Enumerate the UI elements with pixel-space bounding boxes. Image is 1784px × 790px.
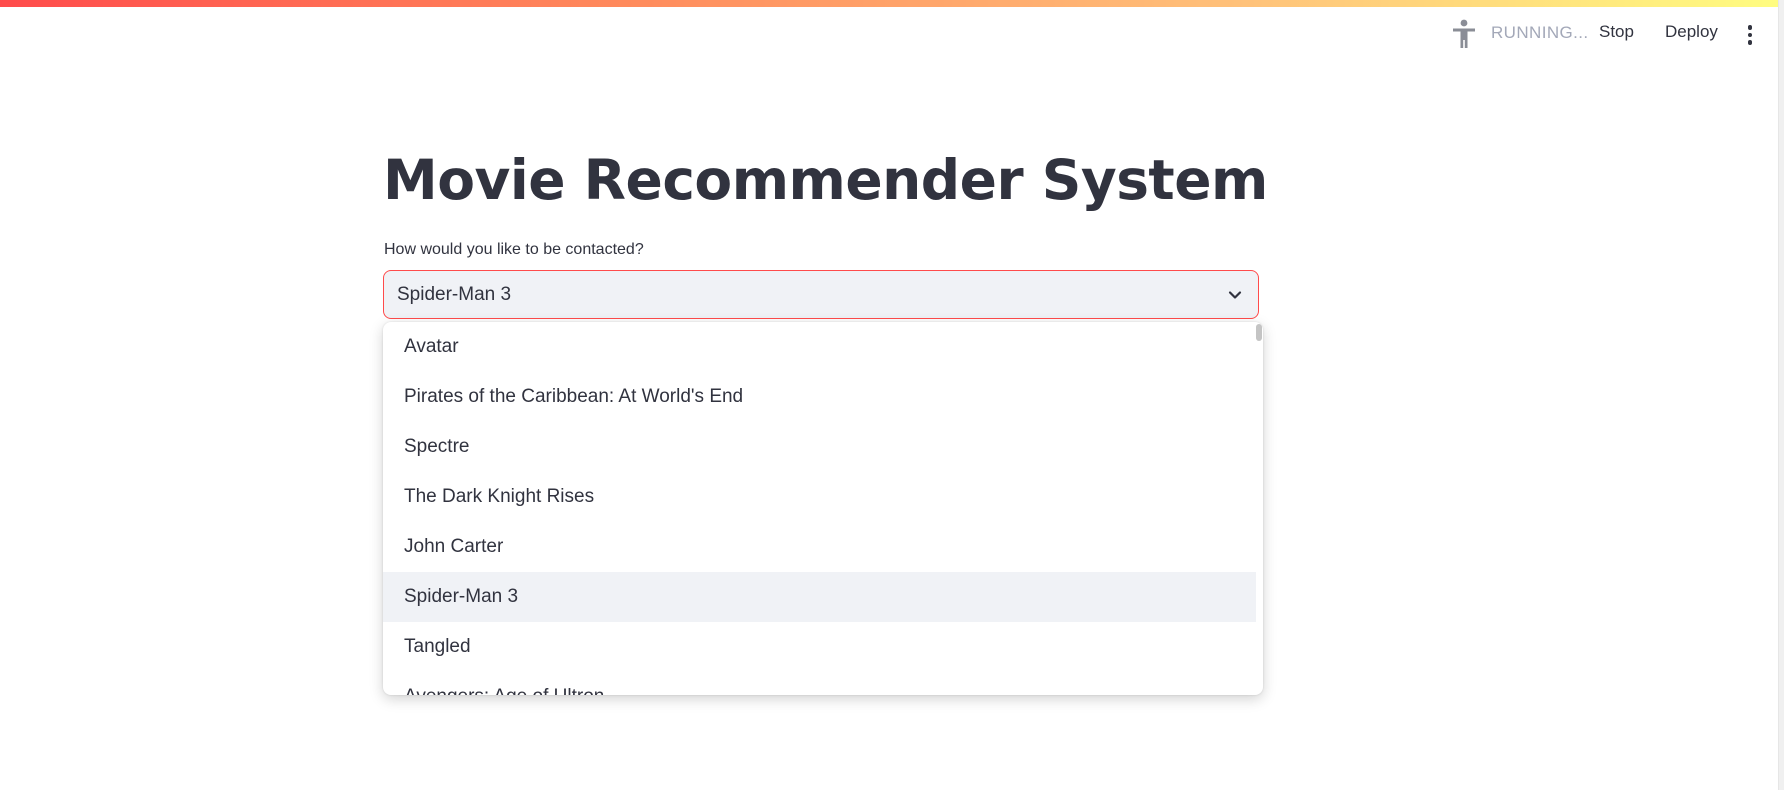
dropdown-option[interactable]: John Carter	[383, 522, 1256, 572]
deploy-button[interactable]: Deploy	[1665, 22, 1718, 42]
kebab-menu-icon	[1747, 25, 1753, 30]
dropdown-option[interactable]: The Dark Knight Rises	[383, 472, 1256, 522]
dropdown-option[interactable]: Pirates of the Caribbean: At World's End	[383, 372, 1256, 422]
dropdown-option-selected[interactable]: Spider-Man 3	[383, 572, 1256, 622]
movie-select[interactable]: Spider-Man 3	[383, 270, 1259, 319]
select-label: How would you like to be contacted?	[384, 241, 644, 258]
select-current-value: Spider-Man 3	[397, 284, 512, 305]
select-dropdown-list[interactable]: Avatar Pirates of the Caribbean: At Worl…	[383, 322, 1263, 695]
running-status-text: RUNNING...	[1491, 23, 1589, 42]
main-menu-button[interactable]	[1742, 22, 1758, 48]
page-scrollbar[interactable]	[1778, 0, 1784, 790]
top-status-gradient-bar	[0, 0, 1784, 7]
running-man-icon	[1453, 19, 1475, 48]
dropdown-option[interactable]: Spectre	[383, 422, 1256, 472]
dropdown-option[interactable]: Avengers: Age of Ultron	[383, 672, 1256, 695]
chevron-down-icon	[1228, 291, 1242, 299]
dropdown-option[interactable]: Avatar	[383, 322, 1256, 372]
stop-button[interactable]: Stop	[1599, 22, 1634, 42]
page-title: Movie Recommender System	[383, 148, 1268, 212]
dropdown-option[interactable]: Tangled	[383, 622, 1256, 672]
dropdown-scrollbar-thumb[interactable]	[1256, 324, 1262, 341]
